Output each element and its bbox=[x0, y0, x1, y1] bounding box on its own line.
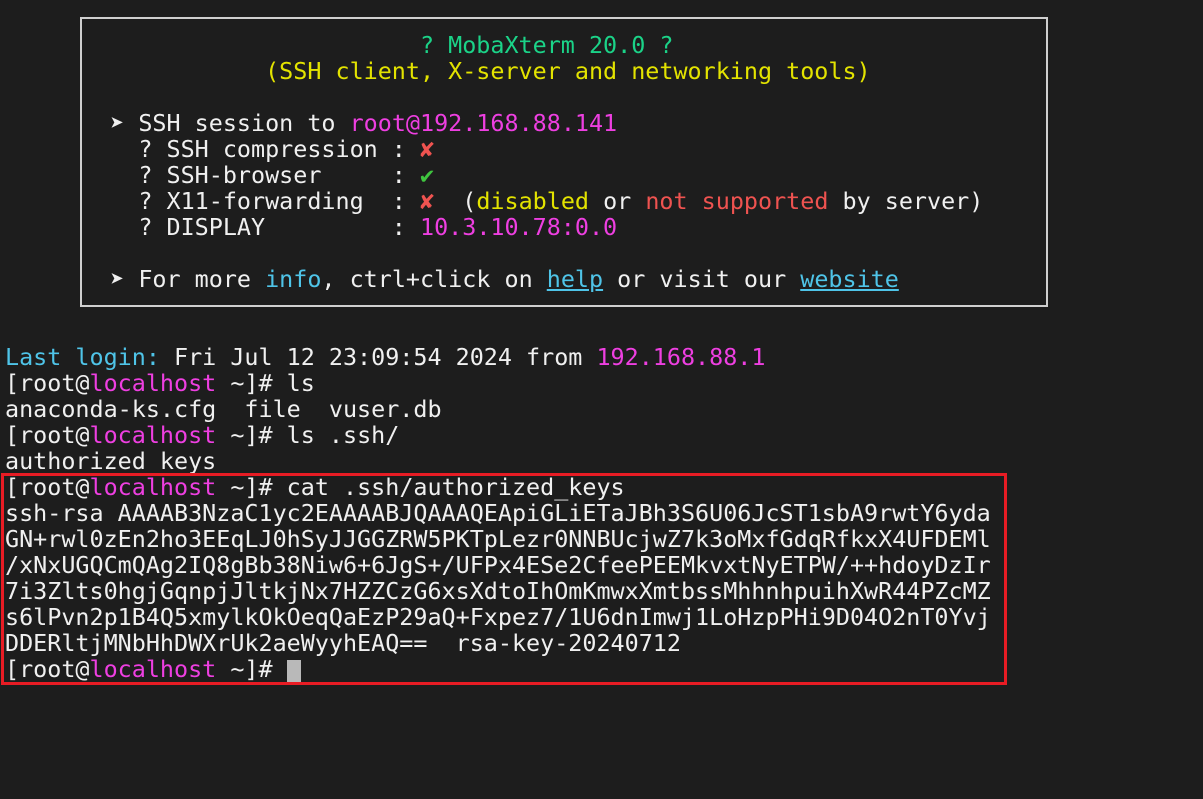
terminal-screen[interactable]: ? MobaXterm 20.0 ? (SSH client, X-server… bbox=[0, 0, 1203, 799]
text-segment: or bbox=[589, 187, 645, 215]
terminal-line: GN+rwl0zEn2ho3EEqLJ0hSyJJGGZRW5PKTpLezr0… bbox=[5, 526, 991, 552]
text-segment: DDERltjMNbHhDWXrUk2aeWyyhEAQ== rsa-key-2… bbox=[5, 629, 681, 657]
text-segment: ? SSH compression : bbox=[82, 135, 420, 163]
text-segment: (SSH client, X-server and networking too… bbox=[82, 57, 871, 85]
text-segment: localhost bbox=[90, 473, 217, 501]
text-segment: ➤ SSH session to bbox=[82, 109, 350, 137]
text-segment: GN+rwl0zEn2ho3EEqLJ0hSyJJGGZRW5PKTpLezr0… bbox=[5, 525, 991, 553]
text-segment: by server) bbox=[828, 187, 983, 215]
terminal-line: [root@localhost ~]# ls bbox=[5, 370, 991, 396]
text-segment: ~]# ls .ssh/ bbox=[216, 421, 399, 449]
terminal-line: anaconda-ks.cfg file vuser.db bbox=[5, 396, 991, 422]
text-segment: /xNxUGQCmQAg2IQ8gBb38Niw6+6JgS+/UFPx4ESe… bbox=[5, 551, 991, 579]
text-segment: ? X11-forwarding : bbox=[82, 187, 420, 215]
terminal-line: Last login: Fri Jul 12 23:09:54 2024 fro… bbox=[5, 344, 991, 370]
text-segment: [root@ bbox=[5, 655, 90, 683]
text-segment: 7i3Zlts0hgjGqnpjJltkjNx7HZZCzG6xsXdtoIhO… bbox=[5, 577, 991, 605]
text-segment: [root@ bbox=[5, 369, 90, 397]
terminal-line: ? SSH-browser : ✔ bbox=[82, 162, 1046, 188]
terminal-line bbox=[82, 240, 1046, 266]
text-segment: root@192.168.88.141 bbox=[350, 109, 618, 137]
text-segment: Last login: bbox=[5, 343, 160, 371]
text-segment: authorized_keys bbox=[5, 447, 216, 475]
text-segment: 10.3.10.78:0.0 bbox=[420, 213, 617, 241]
terminal-line: s6lPvn2p1B4Q5xmylkOkOeqQaEzP29aQ+Fxpez7/… bbox=[5, 604, 991, 630]
text-segment: Fri Jul 12 23:09:54 2024 from bbox=[160, 343, 597, 371]
terminal-line: ➤ SSH session to root@192.168.88.141 bbox=[82, 110, 1046, 136]
text-segment: ✘ bbox=[420, 187, 434, 215]
text-segment: ~]# ls bbox=[216, 369, 315, 397]
terminal-line: [root@localhost ~]# cat .ssh/authorized_… bbox=[5, 474, 991, 500]
text-segment: ? DISPLAY : bbox=[82, 213, 420, 241]
text-segment: localhost bbox=[90, 421, 217, 449]
text-segment: anaconda-ks.cfg file vuser.db bbox=[5, 395, 442, 423]
terminal-line: 7i3Zlts0hgjGqnpjJltkjNx7HZZCzG6xsXdtoIhO… bbox=[5, 578, 991, 604]
terminal-line: /xNxUGQCmQAg2IQ8gBb38Niw6+6JgS+/UFPx4ESe… bbox=[5, 552, 991, 578]
text-segment: or visit our bbox=[603, 265, 800, 293]
terminal-line: ? SSH compression : ✘ bbox=[82, 136, 1046, 162]
terminal-line: [root@localhost ~]# bbox=[5, 656, 991, 682]
text-segment: s6lPvn2p1B4Q5xmylkOkOeqQaEzP29aQ+Fxpez7/… bbox=[5, 603, 991, 631]
terminal-line: authorized_keys bbox=[5, 448, 991, 474]
mobaxterm-banner: ? MobaXterm 20.0 ? (SSH client, X-server… bbox=[80, 17, 1048, 307]
text-segment: ➤ For more bbox=[82, 265, 265, 293]
website-link[interactable]: website bbox=[800, 265, 899, 293]
text-segment: not supported bbox=[645, 187, 828, 215]
terminal-line: ssh-rsa AAAAB3NzaC1yc2EAAAABJQAAAQEApiGL… bbox=[5, 500, 991, 526]
text-segment: ? SSH-browser : bbox=[82, 161, 420, 189]
help-link[interactable]: help bbox=[547, 265, 603, 293]
text-segment: ✘ bbox=[420, 135, 434, 163]
terminal-line: ? MobaXterm 20.0 ? bbox=[82, 32, 1046, 58]
text-segment: ssh-rsa AAAAB3NzaC1yc2EAAAABJQAAAQEApiGL… bbox=[5, 499, 991, 527]
text-segment: ✔ bbox=[420, 161, 434, 189]
text-segment: ~]# bbox=[216, 655, 286, 683]
terminal-output: Last login: Fri Jul 12 23:09:54 2024 fro… bbox=[5, 344, 991, 682]
text-segment: ~]# cat .ssh/authorized_keys bbox=[216, 473, 624, 501]
terminal-cursor bbox=[287, 660, 302, 684]
terminal-line: ? DISPLAY : 10.3.10.78:0.0 bbox=[82, 214, 1046, 240]
banner-lines: ? MobaXterm 20.0 ? (SSH client, X-server… bbox=[82, 32, 1046, 292]
terminal-line bbox=[82, 84, 1046, 110]
text-segment: , ctrl+click on bbox=[321, 265, 546, 293]
terminal-line: (SSH client, X-server and networking too… bbox=[82, 58, 1046, 84]
terminal-line: [root@localhost ~]# ls .ssh/ bbox=[5, 422, 991, 448]
terminal-line: DDERltjMNbHhDWXrUk2aeWyyhEAQ== rsa-key-2… bbox=[5, 630, 991, 656]
text-segment: ? MobaXterm 20.0 ? bbox=[82, 31, 673, 59]
text-segment: info bbox=[265, 265, 321, 293]
text-segment: localhost bbox=[90, 369, 217, 397]
text-segment: [root@ bbox=[5, 421, 90, 449]
terminal-line: ? X11-forwarding : ✘ (disabled or not su… bbox=[82, 188, 1046, 214]
text-segment: [root@ bbox=[5, 473, 90, 501]
text-segment: 192.168.88.1 bbox=[596, 343, 765, 371]
text-segment: disabled bbox=[476, 187, 589, 215]
text-segment: ( bbox=[434, 187, 476, 215]
text-segment: localhost bbox=[90, 655, 217, 683]
terminal-line: ➤ For more info, ctrl+click on help or v… bbox=[82, 266, 1046, 292]
